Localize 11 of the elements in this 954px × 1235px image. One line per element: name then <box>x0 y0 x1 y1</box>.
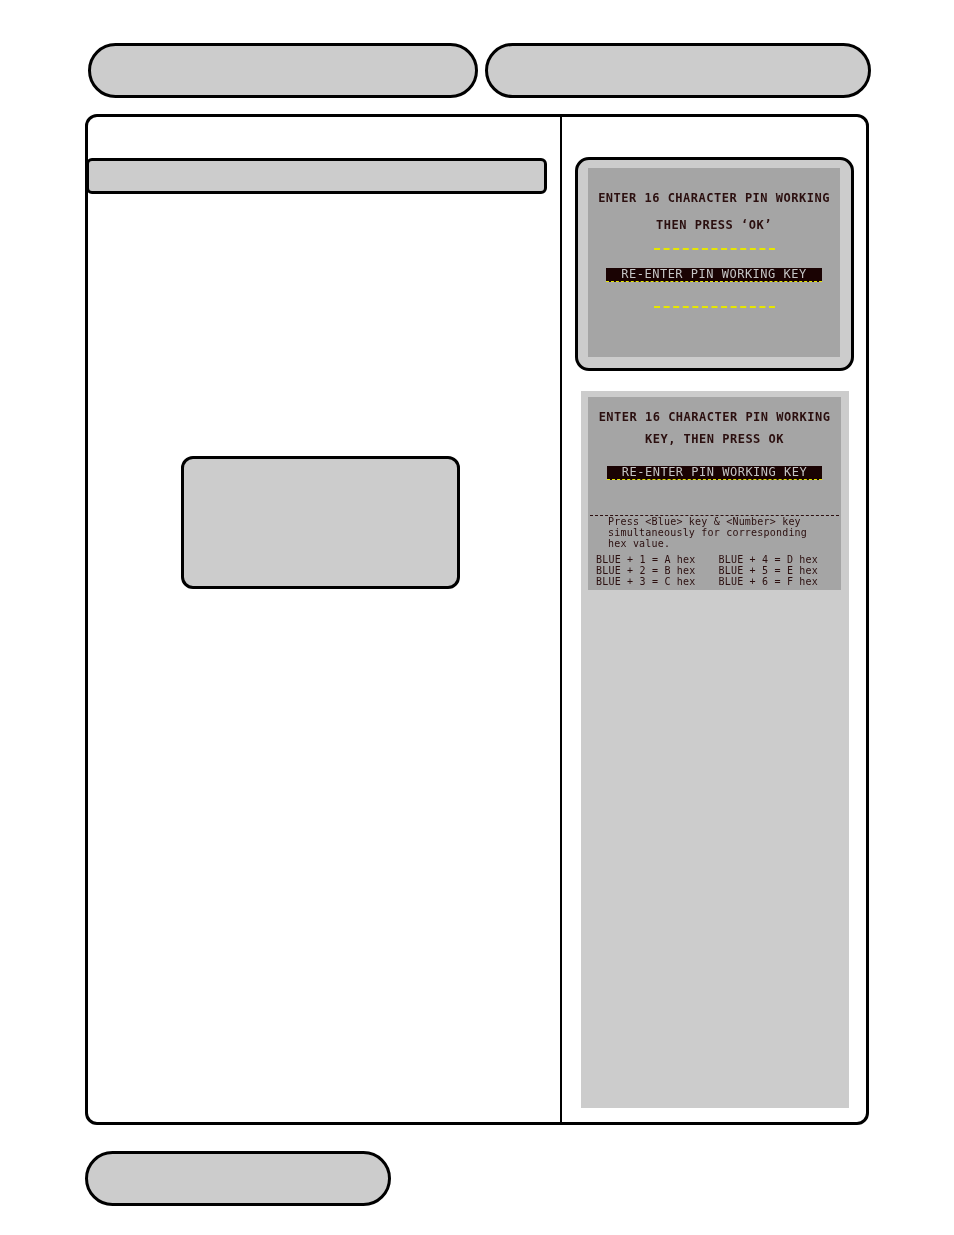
hex-key-text: BLUE + 2 = B hex <box>596 565 696 576</box>
hex-key-text: BLUE + 3 = C hex <box>596 576 696 587</box>
highlighted-title: RE-ENTER PIN WORKING KEY <box>606 466 823 480</box>
prompt-text: ENTER 16 CHARACTER PIN WORKING KEY, THEN PRESS OK <box>598 409 831 448</box>
highlighted-title: RE-ENTER PIN WORKING KEY <box>606 268 822 282</box>
hex-key-text: BLUE + 4 = D hex <box>718 554 819 565</box>
hex-key-text: BLUE + 5 = E hex <box>718 565 819 576</box>
prompt-text: ENTER 16 CHARACTER PIN WORKING THEN PRESS ‘OK’ <box>598 190 830 234</box>
hex-key-text: BLUE + 6 = F hex <box>718 576 819 587</box>
instruction-text: Press <Blue> key & <Number> key simultaneously for corresponding hex value. <box>607 516 809 549</box>
hex-key-text: BLUE + 1 = A hex <box>596 554 696 565</box>
